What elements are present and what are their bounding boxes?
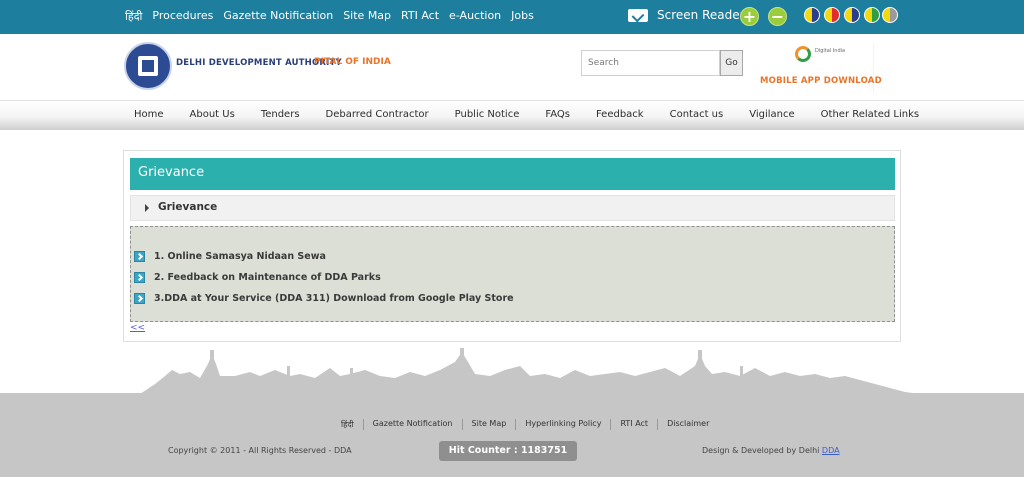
org-subtitle: PITAL OF INDIA	[314, 57, 391, 67]
top-link-procedures[interactable]: Procedures	[152, 9, 213, 24]
screen-reader-link[interactable]: Screen Reader	[657, 8, 745, 22]
grievance-list: 1. Online Samasya Nidaan Sewa 2. Feedbac…	[130, 226, 895, 322]
screen-reader-icon[interactable]	[628, 9, 648, 22]
mobile-app-download[interactable]: Digital India MOBILE APP DOWNLOAD	[755, 44, 882, 93]
footer-links: हिंदी Gazette Notification Site Map Hype…	[341, 419, 718, 430]
contrast-red-icon[interactable]	[824, 7, 840, 23]
list-item-link[interactable]: 1. Online Samasya Nidaan Sewa	[154, 251, 326, 262]
site-header: DELHI DEVELOPMENT AUTHORITY PITAL OF IND…	[0, 34, 1024, 100]
city-skyline-image	[100, 348, 920, 394]
font-increase-button[interactable]: +	[740, 7, 759, 26]
nav-other-links[interactable]: Other Related Links	[821, 109, 919, 120]
top-bar: हिंदी Procedures Gazette Notification Si…	[0, 0, 1024, 34]
dda-logo[interactable]	[124, 42, 172, 90]
content-panel: Grievance Grievance 1. Online Samasya Ni…	[123, 150, 901, 342]
developer-dda-link[interactable]: DDA	[822, 446, 840, 455]
top-link-gazette[interactable]: Gazette Notification	[223, 9, 333, 24]
nav-public-notice[interactable]: Public Notice	[455, 109, 520, 120]
list-item[interactable]: 3.DDA at Your Service (DDA 311) Download…	[134, 293, 514, 304]
top-link-rti[interactable]: RTI Act	[401, 9, 439, 24]
nav-about[interactable]: About Us	[190, 109, 235, 120]
copyright-text: Copyright © 2011 - All Rights Reserved -…	[168, 446, 352, 455]
footer-link-hyperlinking[interactable]: Hyperlinking Policy	[515, 419, 610, 430]
accordion-label: Grievance	[158, 201, 218, 213]
contrast-navy-icon[interactable]	[844, 7, 860, 23]
footer-link-hindi[interactable]: हिंदी	[341, 419, 363, 430]
search-go-button[interactable]: Go	[720, 50, 743, 76]
footer-link-sitemap[interactable]: Site Map	[461, 419, 516, 430]
nav-tenders[interactable]: Tenders	[261, 109, 300, 120]
footer-link-disclaimer[interactable]: Disclaimer	[657, 419, 718, 430]
top-link-hindi[interactable]: हिंदी	[125, 9, 142, 24]
footer-link-rti[interactable]: RTI Act	[610, 419, 657, 430]
digital-india-icon	[795, 46, 811, 62]
nav-feedback[interactable]: Feedback	[596, 109, 644, 120]
arrow-bullet-icon	[134, 251, 145, 262]
grievance-accordion-header[interactable]: Grievance	[130, 195, 895, 221]
arrow-bullet-icon	[134, 293, 145, 304]
list-item[interactable]: 1. Online Samasya Nidaan Sewa	[134, 251, 326, 262]
caret-right-icon	[145, 204, 149, 212]
arrow-bullet-icon	[134, 272, 145, 283]
footer-link-gazette[interactable]: Gazette Notification	[362, 419, 462, 430]
search-input[interactable]	[581, 50, 720, 76]
top-link-sitemap[interactable]: Site Map	[343, 9, 391, 24]
page-title: Grievance	[130, 158, 895, 190]
logo-emblem-icon	[138, 56, 158, 76]
top-link-jobs[interactable]: Jobs	[511, 9, 534, 24]
site-footer: हिंदी Gazette Notification Site Map Hype…	[0, 393, 1024, 477]
nav-vigilance[interactable]: Vigilance	[749, 109, 794, 120]
list-item[interactable]: 2. Feedback on Maintenance of DDA Parks	[134, 272, 381, 283]
digital-india-label: Digital India	[815, 48, 846, 54]
developer-credit-text: Design & Developed by Delhi	[702, 446, 822, 455]
top-link-eauction[interactable]: e-Auction	[449, 9, 501, 24]
back-link[interactable]: <<	[130, 323, 145, 333]
font-decrease-button[interactable]: −	[768, 7, 787, 26]
mobile-app-label: MOBILE APP DOWNLOAD	[760, 76, 882, 86]
contrast-blue-icon[interactable]	[804, 7, 820, 23]
contrast-grey-icon[interactable]	[882, 7, 898, 23]
top-links: हिंदी Procedures Gazette Notification Si…	[125, 9, 534, 24]
list-item-link[interactable]: 3.DDA at Your Service (DDA 311) Download…	[154, 293, 514, 304]
nav-contact[interactable]: Contact us	[670, 109, 724, 120]
nav-faqs[interactable]: FAQs	[545, 109, 570, 120]
main-nav: Home About Us Tenders Debarred Contracto…	[0, 100, 1024, 130]
list-item-link[interactable]: 2. Feedback on Maintenance of DDA Parks	[154, 272, 381, 283]
contrast-green-icon[interactable]	[864, 7, 880, 23]
developer-credit: Design & Developed by Delhi DDA	[702, 446, 840, 455]
nav-debarred[interactable]: Debarred Contractor	[326, 109, 429, 120]
nav-home[interactable]: Home	[134, 109, 164, 120]
hit-counter: Hit Counter : 1183751	[439, 441, 577, 461]
